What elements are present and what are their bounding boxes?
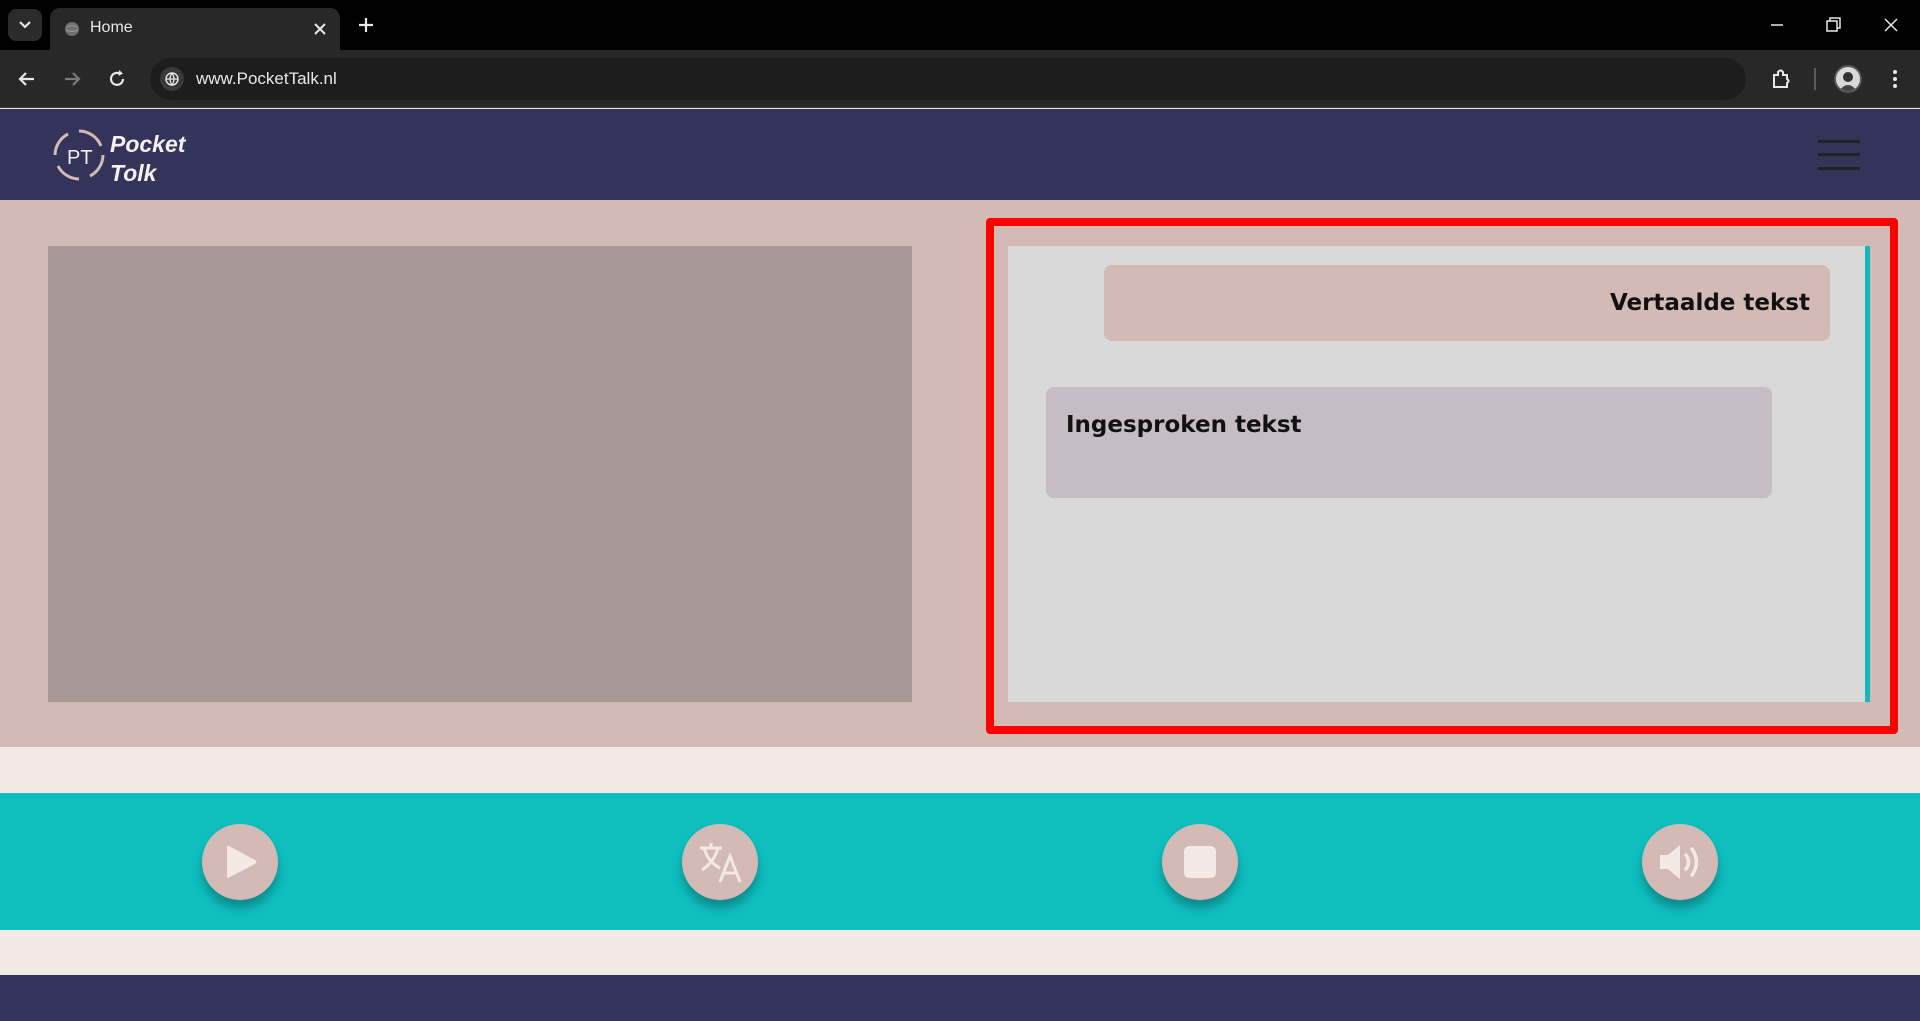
back-arrow-icon[interactable] [14, 66, 40, 92]
hamburger-line [1818, 167, 1860, 170]
tab-search-button[interactable] [8, 9, 42, 41]
translated-text: Vertaalde tekst [1609, 290, 1810, 316]
logo-monogram: PT [67, 147, 93, 169]
hamburger-line [1818, 140, 1860, 143]
logo-text: Pocket Tolk [110, 130, 185, 188]
new-tab-icon[interactable] [354, 13, 378, 37]
browser-toolbar: www.PocketTalk.nl [0, 50, 1920, 108]
translate-button[interactable] [682, 824, 758, 900]
play-button[interactable] [202, 824, 278, 900]
spacer-strip-bottom [0, 930, 1920, 975]
chat-panel[interactable]: Vertaalde tekst Ingesproken tekst [1008, 246, 1870, 702]
globe-icon [65, 22, 79, 36]
reload-icon[interactable] [104, 66, 130, 92]
site-info-button[interactable] [160, 67, 184, 91]
profile-picture-icon [1839, 72, 1857, 91]
more-options-icon[interactable] [1882, 66, 1908, 92]
logo-line-2: Tolk [110, 160, 157, 186]
volume-button[interactable] [1642, 824, 1718, 900]
hamburger-line [1818, 153, 1860, 156]
spacer-strip-top [0, 747, 1920, 793]
page-content: PT Pocket Tolk Vertaalde tekst Ingesprok… [0, 109, 1920, 1021]
site-header: PT Pocket Tolk [0, 109, 1920, 200]
site-globe-icon [165, 72, 179, 87]
site-footer [0, 975, 1920, 1021]
spoken-text: Ingesproken tekst [1066, 412, 1302, 438]
hamburger-menu-button[interactable] [1818, 137, 1860, 173]
site-logo[interactable]: PT Pocket Tolk [52, 128, 208, 186]
restore-icon[interactable] [1822, 14, 1844, 36]
browser-tab-bar: Home [0, 0, 1920, 50]
browser-tab-home[interactable]: Home [50, 8, 340, 50]
logo-line-1: Pocket [110, 131, 186, 157]
logo-mark-icon: PT [53, 129, 105, 181]
tab-title: Home [90, 19, 133, 36]
video-panel [48, 246, 912, 702]
spoken-text-bubble: Ingesproken tekst [1046, 387, 1772, 498]
stop-button[interactable] [1162, 824, 1238, 900]
stop-icon [1184, 846, 1216, 878]
forward-arrow-icon[interactable] [59, 66, 85, 92]
main-section: Vertaalde tekst Ingesproken tekst [0, 200, 1920, 747]
minimize-icon[interactable] [1766, 14, 1788, 36]
address-bar[interactable]: www.PocketTalk.nl [150, 58, 1746, 100]
url-text[interactable]: www.PocketTalk.nl [196, 69, 337, 89]
translated-text-bubble: Vertaalde tekst [1104, 265, 1830, 341]
toolbar-separator [1814, 68, 1816, 90]
volume-icon [1660, 845, 1699, 879]
profile-avatar[interactable] [1834, 65, 1862, 93]
control-bar [0, 793, 1920, 930]
chevron-down-icon [19, 21, 31, 29]
chat-scrollbar[interactable] [1865, 246, 1870, 702]
translate-icon [700, 843, 742, 883]
extensions-icon[interactable] [1768, 66, 1794, 92]
window-close-icon[interactable] [1880, 14, 1902, 36]
play-icon [227, 845, 257, 878]
close-icon[interactable] [310, 19, 330, 39]
